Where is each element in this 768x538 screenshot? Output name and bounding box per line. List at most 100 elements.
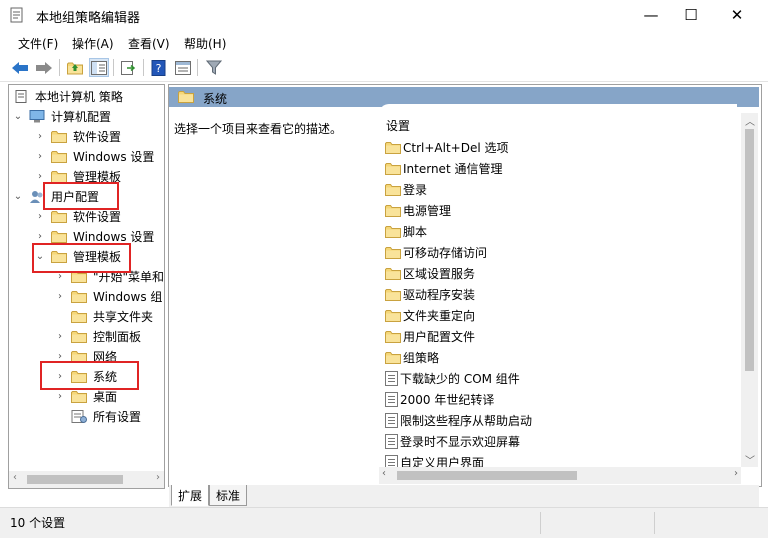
export-list-icon[interactable] [119,58,139,77]
chevron-down-icon[interactable]: ⌄ [13,191,23,202]
chevron-right-icon[interactable]: › [35,151,45,162]
folder-icon [385,183,401,196]
menu-view[interactable]: 查看(V) [128,35,170,52]
tree-label: 本地计算机 策略 [35,89,123,104]
scroll-right-icon[interactable]: › [734,468,738,479]
list-vscroll-thumb[interactable] [745,129,754,371]
details-header-title: 系统 [203,92,228,106]
list-item[interactable]: 登录时不显示欢迎屏幕 [385,431,520,451]
folder-icon [178,90,194,103]
folder-icon [51,210,67,223]
list-item[interactable]: 驱动程序安装 [385,284,475,304]
view-tabs: 扩展 标准 [169,485,759,507]
tree-item-software1[interactable]: › 软件设置 [35,127,121,145]
tree-hscrollbar[interactable]: ‹ › [9,471,164,488]
computer-icon [29,109,45,122]
list-item[interactable]: Internet 通信管理 [385,158,502,178]
tree-item-windows-components[interactable]: › Windows 组 [55,287,162,305]
scroll-down-icon[interactable]: ﹀ [745,452,755,467]
tree-label: 控制面板 [93,329,142,344]
folder-icon [51,170,67,183]
filter-icon[interactable] [204,58,224,77]
scroll-up-icon[interactable]: ︿ [745,113,755,128]
list-item[interactable]: 登录 [385,179,427,199]
folder-icon [385,225,401,238]
tree-label: 所有设置 [93,409,142,424]
chevron-right-icon[interactable]: › [35,211,45,222]
list-item[interactable]: 脚本 [385,221,427,241]
help-icon[interactable]: ? [149,58,169,77]
folder-icon [71,330,87,343]
tab-extended[interactable]: 扩展 [171,485,209,506]
description-text: 选择一个项目来查看它的描述。 [174,122,343,136]
tree-item-computer-config[interactable]: ⌄ 计算机配置 [13,107,111,125]
status-bar: 10 个设置 [0,507,768,538]
list-item[interactable]: 电源管理 [385,200,451,220]
tree-item-control-panel[interactable]: › 控制面板 [55,327,141,345]
toolbar: ? [0,54,768,82]
folder-icon [385,141,401,154]
tree-pane: 本地计算机 策略 ⌄ 计算机配置 › 软件设置 › Windows 设置 › 管… [8,84,165,489]
scroll-left-icon[interactable]: ‹ [13,472,17,483]
policy-doc-icon [15,89,27,103]
tree-label: 共享文件夹 [93,309,154,324]
folder-icon [385,267,401,280]
chevron-right-icon[interactable]: › [55,331,65,342]
column-header-setting[interactable]: 设置 [386,117,410,134]
menu-help[interactable]: 帮助(H) [184,35,226,52]
folder-icon [71,390,87,403]
show-tree-icon[interactable] [89,58,109,77]
chevron-right-icon[interactable]: › [55,391,65,402]
chevron-right-icon[interactable]: › [35,171,45,182]
maximize-button[interactable]: ☐ [668,0,714,30]
back-arrow-icon[interactable] [10,58,30,77]
folder-icon [385,309,401,322]
settings-list-icon [71,409,87,423]
tree-label: Windows 组 [93,289,163,304]
tab-standard[interactable]: 标准 [209,485,247,506]
tree-label: Windows 设置 [73,149,155,164]
close-button[interactable]: ✕ [714,0,760,30]
list-hscroll-thumb[interactable] [397,471,577,480]
list-item[interactable]: 限制这些程序从帮助启动 [385,410,532,430]
menu-file[interactable]: 文件(F) [18,35,58,52]
folder-icon [51,130,67,143]
up-folder-icon[interactable] [65,58,85,77]
chevron-right-icon[interactable]: › [55,291,65,302]
folder-icon [385,288,401,301]
scroll-right-icon[interactable]: › [156,472,160,483]
list-vscrollbar[interactable]: ︿ ﹀ [741,113,758,467]
chevron-right-icon[interactable]: › [35,231,45,242]
properties-icon[interactable] [173,58,193,77]
window-title: 本地组策略编辑器 [36,11,141,26]
policy-editor-icon [10,7,23,23]
svg-text:?: ? [156,62,162,75]
list-hscrollbar[interactable]: ‹ › [379,467,741,484]
tree-item-shared-folders[interactable]: 共享文件夹 [71,307,153,325]
title-bar: 本地组策略编辑器 — ☐ ✕ [0,0,768,30]
policy-setting-icon [385,391,398,407]
folder-icon [385,162,401,175]
menu-action[interactable]: 操作(A) [72,35,114,52]
chevron-right-icon[interactable]: › [55,351,65,362]
tree-hscroll-thumb[interactable] [27,475,123,484]
tree-item-root[interactable]: 本地计算机 策略 [13,87,123,105]
scroll-left-icon[interactable]: ‹ [382,468,386,479]
forward-arrow-icon[interactable] [34,58,54,77]
tree-item-windows1[interactable]: › Windows 设置 [35,147,154,165]
folder-icon [71,310,87,323]
list-item[interactable]: 2000 年世纪转译 [385,389,494,409]
chevron-down-icon[interactable]: ⌄ [13,111,23,122]
list-item[interactable]: 区域设置服务 [385,263,475,283]
list-item[interactable]: 组策略 [385,347,439,367]
list-item[interactable]: 下载缺少的 COM 组件 [385,368,520,388]
chevron-right-icon[interactable]: › [35,131,45,142]
list-item[interactable]: Ctrl+Alt+Del 选项 [385,137,508,157]
list-item[interactable]: 用户配置文件 [385,326,475,346]
list-item[interactable]: 可移动存储访问 [385,242,487,262]
list-item[interactable]: 文件夹重定向 [385,305,475,325]
folder-icon [71,290,87,303]
folder-icon [385,351,401,364]
tree-item-all-settings[interactable]: 所有设置 [71,407,141,425]
tree-label: Windows 设置 [73,229,155,244]
